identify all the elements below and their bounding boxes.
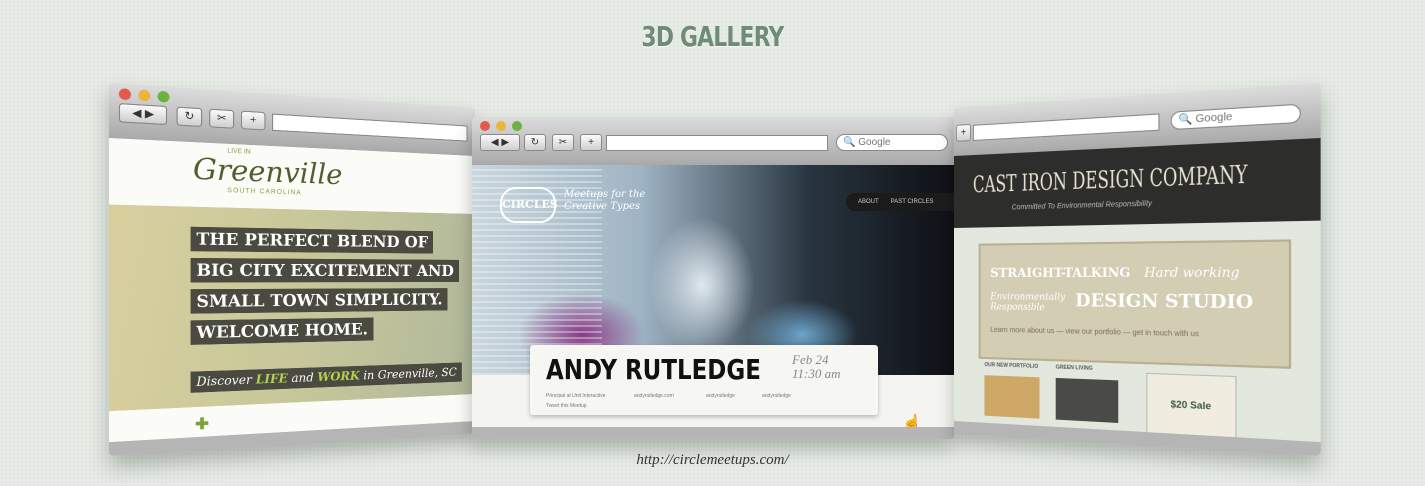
intro-line: DESIGN STUDIO [1075, 290, 1254, 314]
gallery-slide-center[interactable]: ◀ ▶ ↻ ✂ + 🔍 Google CIRCLES Meetups for t… [472, 117, 954, 439]
event-date: Feb 24 11:30 am [792, 352, 841, 381]
hero-line: THE PERFECT BLEND OF [190, 226, 433, 254]
minimize-dot-icon [496, 121, 506, 131]
column-heading: GREEN LIVING [1055, 364, 1093, 372]
add-bookmark-button[interactable]: + [240, 110, 266, 131]
back-forward-button[interactable]: ◀ ▶ [118, 103, 168, 126]
browser-statusbar [472, 427, 954, 439]
minimize-dot-icon [138, 89, 151, 102]
add-bookmark-button[interactable]: + [580, 134, 602, 151]
intro-panel: STRAIGHT-TALKING Hard working Environmen… [978, 239, 1292, 369]
site-circles: CIRCLES Meetups for the Creative Types A… [472, 165, 954, 427]
reload-button[interactable]: ↻ [524, 134, 546, 151]
tabs-icon[interactable]: ✂ [552, 134, 574, 151]
hero-line: BIG CITY EXCITEMENT AND [190, 257, 459, 283]
slide-caption-url[interactable]: http://circlemeetups.com/ [0, 452, 1425, 469]
search-field[interactable]: 🔍 Google [1170, 103, 1301, 131]
site-nav: ABOUT PAST CIRCLES [846, 193, 954, 211]
discover-banner: Discover LIFE and WORK in Greenville, SC [190, 362, 462, 393]
hero-line: SMALL TOWN SIMPLICITY. [190, 288, 448, 314]
expand-icon[interactable]: ✚ [195, 414, 209, 434]
site-cast-iron: CAST IRON DESIGN COMPANY Committed To En… [954, 137, 1321, 443]
site-greenville: LIVE IN Greenville SOUTH CAROLINA THE PE… [108, 137, 475, 443]
speaker-website[interactable]: andyrutledge.com [634, 393, 674, 399]
hand-cursor-icon: ☝ [902, 415, 922, 427]
hero-line: WELCOME HOME. [190, 317, 374, 345]
intro-line: Hard working [1144, 264, 1240, 281]
tweet-link[interactable]: Tweet this Meetup [546, 403, 587, 409]
add-bookmark-button[interactable]: + [955, 123, 972, 142]
back-forward-button[interactable]: ◀ ▶ [480, 134, 520, 151]
speaker-twitter[interactable]: andyrutledge [706, 393, 735, 399]
hero-photo: CIRCLES Meetups for the Creative Types A… [472, 165, 954, 375]
speaker-card: ANDY RUTLEDGE Feb 24 11:30 am Principal a… [530, 345, 878, 415]
greenville-logo: Greenville [192, 153, 343, 192]
close-dot-icon [118, 88, 132, 101]
gallery-stage: ◀ ▶ ↻ ✂ + LIVE IN Greenville SOUTH CAROL… [0, 82, 1425, 456]
nav-about[interactable]: ABOUT [858, 199, 879, 205]
speaker-name: ANDY RUTLEDGE [546, 353, 761, 386]
sale-poster[interactable]: $20 Sale [1146, 372, 1237, 443]
url-field[interactable] [272, 113, 468, 142]
page-title: 3D GALLERY [641, 20, 784, 53]
close-dot-icon [480, 121, 490, 131]
url-field[interactable] [972, 113, 1160, 141]
hero-banner: THE PERFECT BLEND OF BIG CITY EXCITEMENT… [108, 204, 475, 412]
speaker-role: Principal at Unit Interactive [546, 393, 606, 399]
gallery-slide-right[interactable]: + 🔍 Google CAST IRON DESIGN COMPANY Comm… [954, 82, 1321, 456]
url-field[interactable] [606, 135, 828, 151]
nav-past-circles[interactable]: PAST CIRCLES [891, 199, 934, 205]
maximize-dot-icon [512, 121, 522, 131]
search-field[interactable]: 🔍 Google [836, 134, 948, 151]
tagline: Meetups for the Creative Types [564, 189, 646, 212]
intro-line: STRAIGHT-TALKING [990, 265, 1131, 281]
tabs-icon[interactable]: ✂ [209, 108, 235, 129]
portfolio-thumb[interactable] [984, 375, 1040, 419]
logo-sub: SOUTH CAROLINA [227, 187, 302, 197]
maximize-dot-icon [157, 90, 170, 103]
company-title: CAST IRON DESIGN COMPANY [972, 161, 1248, 199]
intro-links[interactable]: Learn more about us — view our portfolio… [990, 327, 1199, 339]
speaker-dribbble[interactable]: andyrutledge [762, 393, 791, 399]
column-heading: OUR NEW PORTFOLIO [984, 362, 1039, 371]
circles-logo: CIRCLES [500, 187, 558, 223]
map-thumb[interactable] [1055, 377, 1119, 424]
intro-line: Environmentally Responsible [990, 292, 1066, 314]
reload-button[interactable]: ↻ [176, 106, 203, 128]
gallery-slide-left[interactable]: ◀ ▶ ↻ ✂ + LIVE IN Greenville SOUTH CAROL… [108, 82, 475, 456]
company-motto: Committed To Environmental Responsibilit… [1011, 200, 1152, 212]
browser-toolbar: ◀ ▶ ↻ ✂ + 🔍 Google [472, 117, 954, 166]
